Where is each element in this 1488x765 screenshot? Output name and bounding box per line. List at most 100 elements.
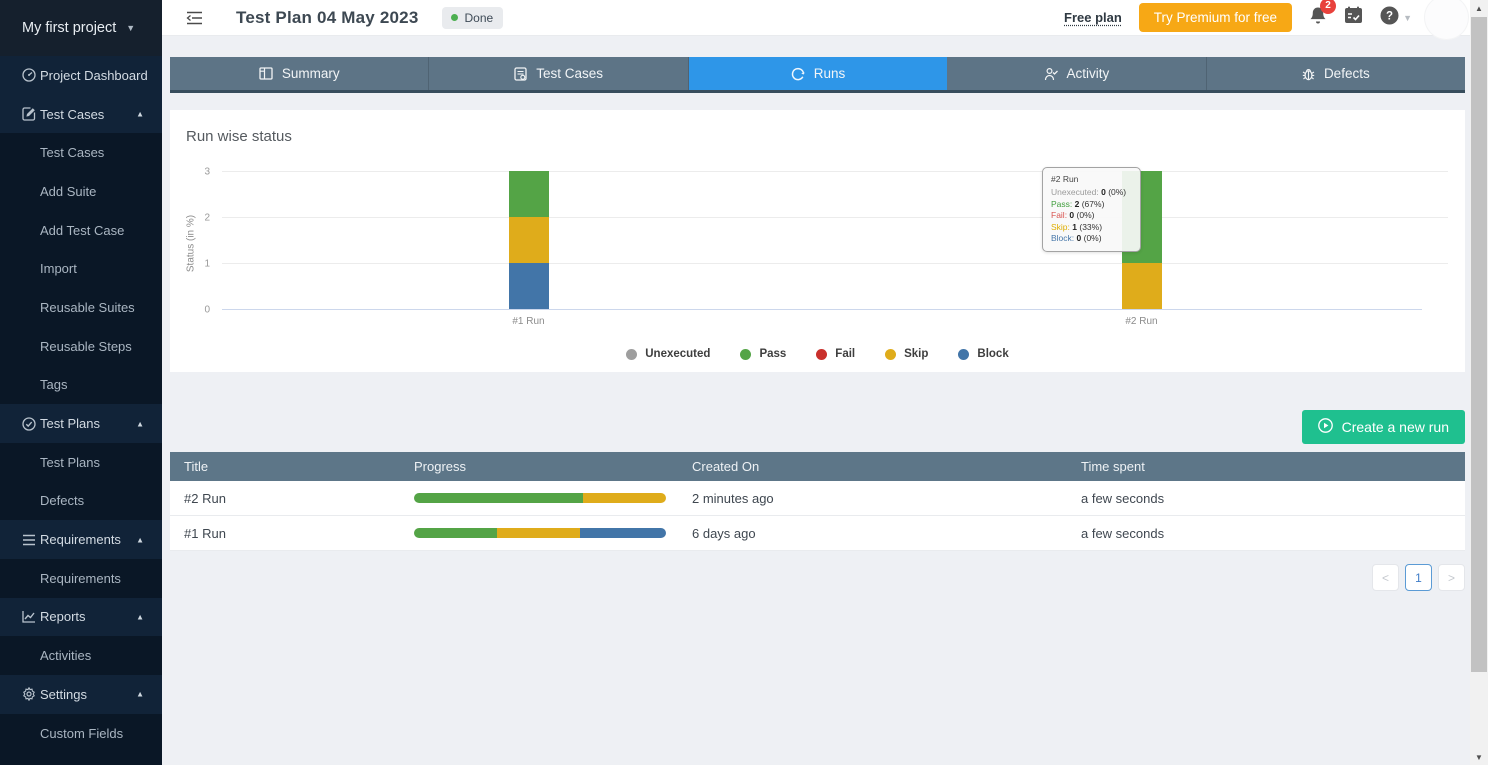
chevron-up-icon: ▲: [136, 612, 144, 621]
sidebar-item-label: Activities: [40, 648, 91, 663]
chart-title: Run wise status: [186, 128, 292, 145]
tooltip-row-fail: Fail: 0 (0%): [1051, 210, 1132, 222]
sidebar-item-tags[interactable]: Tags: [0, 366, 162, 405]
gridline: [222, 171, 1448, 172]
tooltip-row-block: Block: 0 (0%): [1051, 233, 1132, 245]
bar-segment-skip: [509, 217, 549, 263]
progress-bar: [414, 493, 666, 503]
legend-label: Unexecuted: [645, 348, 710, 360]
sidebar-item-test-plans[interactable]: Test Plans▲: [0, 404, 162, 443]
help-menu[interactable]: ? ▼: [1380, 6, 1412, 30]
legend-label: Skip: [904, 348, 928, 360]
y-tick-label: 3: [204, 167, 210, 178]
tab-summary[interactable]: Summary: [170, 57, 429, 90]
page-title: Test Plan 04 May 2023: [236, 8, 418, 28]
sidebar-item-add-test-case[interactable]: Add Test Case: [0, 211, 162, 250]
sidebar-item-test-cases[interactable]: Test Cases▲: [0, 95, 162, 134]
collapse-sidebar-icon[interactable]: [186, 11, 203, 25]
activity-icon: [1044, 67, 1058, 81]
legend-label: Fail: [835, 348, 855, 360]
next-page-button[interactable]: >: [1438, 564, 1465, 591]
tab-label: Summary: [282, 66, 340, 81]
x-axis-line: [222, 309, 1422, 310]
legend-dot-icon: [958, 349, 969, 360]
table-row[interactable]: #1 Run6 days agoa few seconds: [170, 516, 1465, 551]
gear-icon: [22, 687, 40, 701]
sidebar-item-requirements[interactable]: Requirements: [0, 559, 162, 598]
table-row[interactable]: #2 Run2 minutes agoa few seconds: [170, 481, 1465, 516]
calendar-check-icon[interactable]: [1344, 6, 1363, 29]
project-switcher[interactable]: My first project ▼: [0, 0, 162, 56]
create-new-run-button[interactable]: Create a new run: [1302, 410, 1465, 444]
sidebar-nav: Project Dashboard Test Cases▲ Test Cases Ad…: [0, 56, 162, 752]
avatar[interactable]: [1424, 0, 1469, 40]
app-screen: My first project ▼ Project Dashboard Test…: [0, 0, 1488, 765]
sidebar-item-label: Defects: [40, 493, 84, 508]
sidebar-item-reports[interactable]: Reports▲: [0, 598, 162, 637]
page-number-button[interactable]: 1: [1405, 564, 1432, 591]
sidebar-item-defects[interactable]: Defects: [0, 482, 162, 521]
tab-defects[interactable]: Defects: [1207, 57, 1465, 90]
sidebar-item-test-cases[interactable]: Test Cases: [0, 133, 162, 172]
progress-segment-skip: [497, 528, 580, 538]
sidebar-item-label: Settings: [40, 687, 87, 702]
sidebar-item-label: Test Cases: [40, 145, 104, 160]
scroll-up-icon[interactable]: ▲: [1470, 0, 1488, 16]
sidebar-item-label: Project Dashboard: [40, 68, 148, 83]
run-title[interactable]: #2 Run: [170, 491, 414, 506]
sidebar-item-reusable-steps[interactable]: Reusable Steps: [0, 327, 162, 366]
sidebar-item-add-suite[interactable]: Add Suite: [0, 172, 162, 211]
chevron-up-icon: ▲: [136, 690, 144, 699]
sidebar-item-settings[interactable]: Settings ▲: [0, 675, 162, 714]
sidebar-item-activities[interactable]: Activities: [0, 636, 162, 675]
status-badge: Done: [442, 7, 503, 29]
chart-tooltip: #2 Run Unexecuted: 0 (0%)Pass: 2 (67%)Fa…: [1042, 167, 1141, 252]
sidebar-item-label: Reusable Steps: [40, 339, 132, 354]
try-premium-button[interactable]: Try Premium for free: [1139, 3, 1292, 32]
sidebar-item-custom-fields[interactable]: Custom Fields: [0, 714, 162, 753]
tab-test-cases[interactable]: Test Cases: [429, 57, 688, 90]
sidebar-item-project-dashboard[interactable]: Project Dashboard: [0, 56, 162, 95]
sidebar: My first project ▼ Project Dashboard Test…: [0, 0, 162, 765]
bug-icon: [1302, 67, 1315, 81]
top-bar: Test Plan 04 May 2023 Done Free plan Try…: [162, 0, 1470, 36]
tab-label: Runs: [814, 66, 846, 81]
scrollbar-thumb[interactable]: [1471, 17, 1487, 672]
chart-legend: UnexecutedPassFailSkipBlock: [170, 348, 1465, 360]
scroll-down-icon[interactable]: ▼: [1470, 749, 1488, 765]
project-name: My first project: [22, 20, 116, 36]
free-plan-link[interactable]: Free plan: [1064, 10, 1122, 25]
progress-segment-pass: [414, 493, 583, 503]
create-new-run-label: Create a new run: [1342, 419, 1449, 435]
tab-activity[interactable]: Activity: [947, 57, 1206, 90]
sidebar-item-requirements[interactable]: Requirements▲: [0, 520, 162, 559]
status-dot-icon: [451, 14, 458, 21]
notifications-button[interactable]: 2: [1309, 6, 1327, 30]
legend-label: Pass: [759, 348, 786, 360]
prev-page-button[interactable]: <: [1372, 564, 1399, 591]
sidebar-item-import[interactable]: Import: [0, 249, 162, 288]
run-title[interactable]: #1 Run: [170, 526, 414, 541]
legend-item-unexecuted: Unexecuted: [626, 348, 710, 360]
play-circle-icon: [1318, 418, 1333, 436]
progress-segment-pass: [414, 528, 497, 538]
time-spent-value: a few seconds: [1081, 526, 1465, 541]
sidebar-item-label: Requirements: [40, 532, 121, 547]
bar-1-run: [509, 171, 549, 309]
bar-segment-block: [509, 263, 549, 309]
tab-label: Defects: [1324, 66, 1370, 81]
bar-segment-pass: [509, 171, 549, 217]
tooltip-row-pass: Pass: 2 (67%): [1051, 199, 1132, 211]
created-on-value: 2 minutes ago: [692, 491, 1081, 506]
progress-segment-block: [580, 528, 666, 538]
sidebar-item-reusable-suites[interactable]: Reusable Suites: [0, 288, 162, 327]
tooltip-title: #2 Run: [1051, 174, 1132, 184]
sidebar-item-test-plans[interactable]: Test Plans: [0, 443, 162, 482]
edit-icon: [22, 107, 40, 121]
legend-item-pass: Pass: [740, 348, 786, 360]
runs-icon: [791, 67, 805, 81]
tab-runs[interactable]: Runs: [689, 57, 947, 90]
tab-label: Test Cases: [536, 66, 603, 81]
vertical-scrollbar[interactable]: ▲ ▼: [1470, 0, 1488, 765]
y-tick-label: 2: [204, 213, 210, 224]
